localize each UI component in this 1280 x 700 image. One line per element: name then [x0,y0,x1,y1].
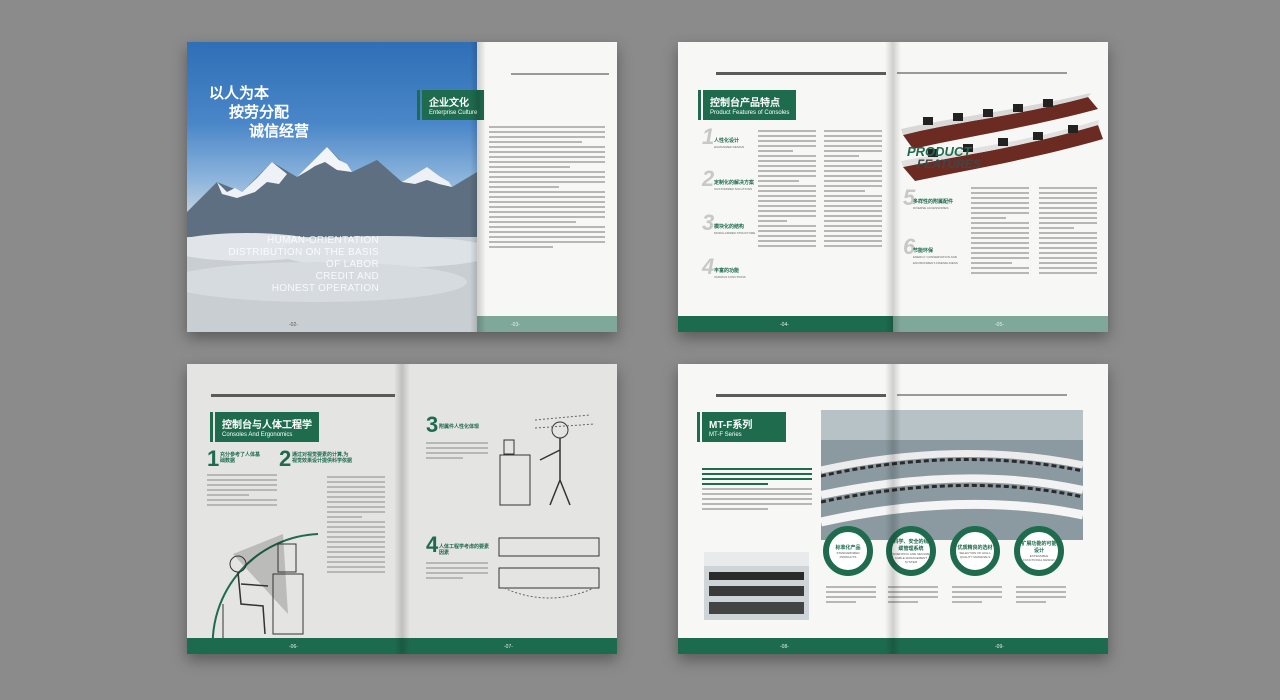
feature-text-col [758,130,816,250]
heading-en: MT-F Series [709,432,742,438]
spread-ergonomics: 控制台与人体工程学 Consoles And Ergonomics 1 充分参考… [187,364,617,654]
heading-en: Enterprise Culture [429,110,478,116]
item-title: 人体工程学考虑的要素因素 [439,544,490,556]
feature-circle: 标准化产品 STANDARDIZED PRODUCTS [823,526,873,576]
heading-en: Consoles And Ergonomics [222,432,293,438]
circle-en: SELECTION OF HIGH-QUALITY MATERIALS [959,550,991,559]
page-number: -05- [995,322,1004,328]
ergonomics-right-page: 3 附属件人性化体现 4 人体工程学考虑的要素因素 -07- [402,364,617,654]
spread-product-features: 控制台产品特点 Product Features of Consoles 1 人… [678,42,1108,332]
page-number: -03- [511,322,520,328]
hero-line: 诚信经营 [249,123,310,140]
heading-cn: MT-F系列 [709,420,753,431]
heading-cn: 控制台与人体工程学 [222,420,312,431]
slogan-line: DISTRIBUTION ON THE BASIS [228,247,379,258]
spread-enterprise-culture: 以人为本 按劳分配 诚信经营 HUMAN-ORIENTATION DISTRIB… [187,42,617,332]
culture-text-page: -03- [477,42,617,332]
hero-line: 以人为本 [209,85,270,102]
feature-circle: 优质精良的选材 SELECTION OF HIGH-QUALITY MATERI… [950,526,1000,576]
feature-text-col [1039,187,1097,277]
circle-desc [952,586,1002,606]
feature-number: 2 [702,166,715,191]
intro-text [702,468,812,513]
hero-line: 按劳分配 [229,104,290,121]
item-number: 1 [207,446,220,471]
top-rule [716,394,886,397]
feature-en: VARIOUS FUNCTIONS [714,275,746,279]
page-number: -04- [780,322,789,328]
feature-text-col [971,187,1029,277]
slogan-line: HONEST OPERATION [271,283,379,294]
control-room-render [821,410,1083,540]
spread-mtf-series: MT-F系列 MT-F Series -08- -09- 标准化产品 STAND… [678,364,1108,654]
hero-title: 以人为本 按劳分配 诚信经营 [209,84,309,141]
feature-circle: 科学、安全的线缆管理系统 SCIENTIFIC AND SECURE CABLE… [886,526,936,576]
control-room-photo [704,552,809,620]
top-rule [897,394,1067,396]
circle-en: STANDARDIZED PRODUCTS [836,550,860,559]
ergonomics-left-page: 控制台与人体工程学 Consoles And Ergonomics 1 充分参考… [187,364,402,654]
features-right-page: PRODUCT FEATURES 5 多样性的附属配件 DIVERSE ACCE… [893,42,1108,332]
feature-number: 4 [702,254,715,279]
heading-cn: 控制台产品特点 [710,98,780,109]
section-heading: 控制台产品特点 Product Features of Consoles [697,90,797,120]
top-rule [716,72,886,75]
mountain-photo-page: 以人为本 按劳分配 诚信经营 HUMAN-ORIENTATION DISTRIB… [187,42,477,332]
feature-text-col [824,130,882,250]
top-rule [897,72,1067,74]
item-text [426,442,488,462]
heading-en: Product Features of Consoles [710,110,790,116]
slogan-line: HUMAN-ORIENTATION [267,235,379,246]
page-number: -07- [504,644,513,650]
circle-en: SCIENTIFIC AND SECURE CABLE MANAGEMENT S… [892,552,930,564]
top-rule [211,394,395,397]
header-strip [511,73,609,75]
accessory-diagram [499,414,596,506]
body-text-block [489,126,605,251]
section-heading: 控制台与人体工程学 Consoles And Ergonomics [210,412,319,442]
circle-desc [1016,586,1066,606]
page-number: -09- [995,644,1004,650]
feature-number: 1 [702,124,715,149]
features-word: FEATURES [917,157,981,171]
section-heading: 企业文化 Enterprise Culture [416,90,485,120]
feature-title: 多样性的附属配件 DIVERSE ACCESSORIES [913,199,973,211]
feature-en: DIVERSE ACCESSORIES [913,206,949,210]
item-number: 3 [426,412,439,437]
heading-cn: 企业文化 [429,98,469,109]
item-title: 充分参考了人体基础数据 [220,452,261,464]
features-left-page: 控制台产品特点 Product Features of Consoles 1 人… [678,42,893,332]
footer-bar [477,316,617,332]
item-title: 通过对视觉要素的计算,为视觉效果设计提供科学依据 [292,452,353,464]
ergonomic-diagram [211,533,319,653]
product-features-word: PRODUCT FEATURES [907,145,981,171]
section-heading: MT-F系列 MT-F Series [697,412,786,442]
item-number: 4 [426,532,439,557]
english-slogan: HUMAN-ORIENTATION DISTRIBUTION ON THE BA… [228,235,379,295]
page-number: -02- [289,322,298,328]
feature-circle: 扩展功能的可能设计 EXTENSIBLE FUNCTIONAL DESIGN [1014,526,1064,576]
item-text [327,476,385,576]
page-number: -08- [780,644,789,650]
circle-desc [826,586,876,606]
circle-cn: 标准化产品 [835,544,861,551]
page-number: -06- [289,644,298,650]
slogan-line: CREDIT AND [315,271,379,282]
slogan-line: OF LABOR [326,259,379,270]
item-number: 2 [279,446,292,471]
item-text [426,562,488,582]
feature-number: 3 [702,210,715,235]
feature-en: ENERGY CONSERVATION AND ENVIRONMENT-FRIE… [913,255,958,265]
circle-cn: 扩展功能的可能设计 [1021,541,1057,554]
desk-diagram [498,537,600,599]
feature-title: 节能环保 ENERGY CONSERVATION AND ENVIRONMENT… [913,248,973,266]
circle-cn: 科学、安全的线缆管理系统 [893,539,929,552]
circle-en: EXTENSIBLE FUNCTIONAL DESIGN [1023,554,1055,562]
circle-desc [888,586,938,606]
feature-title: 丰富的功能 VARIOUS FUNCTIONS [714,268,766,280]
circle-cn: 优质精良的选材 [957,544,993,551]
